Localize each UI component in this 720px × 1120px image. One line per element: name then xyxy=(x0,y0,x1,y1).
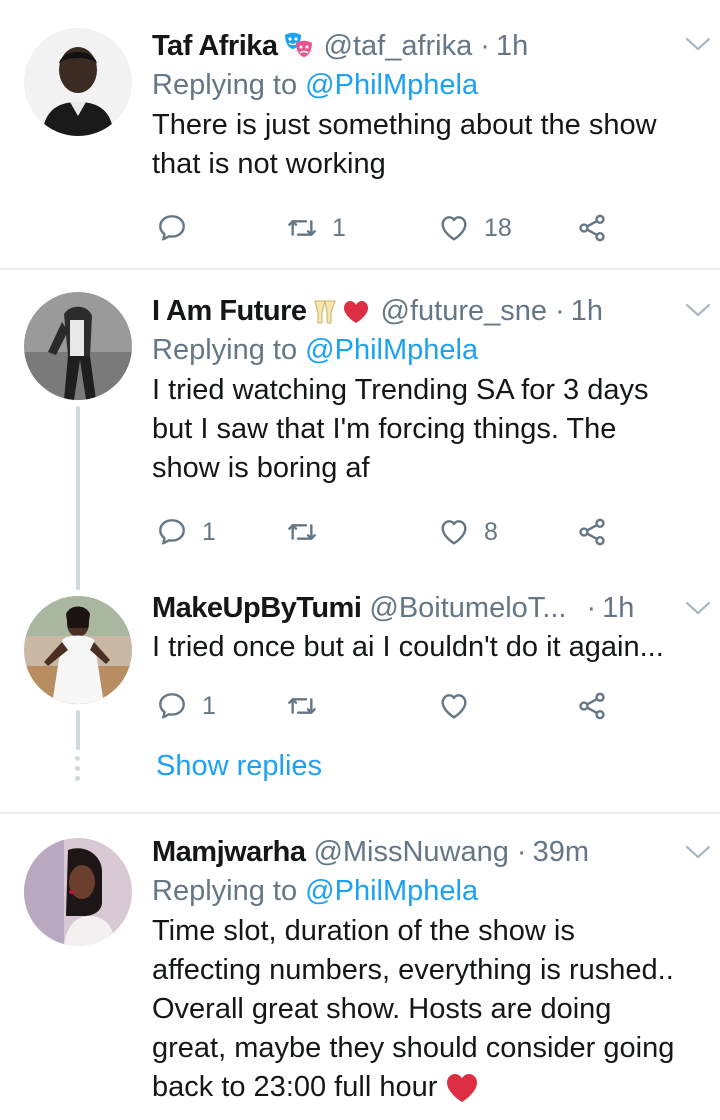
tweet-text-line: Overall great show. Hosts are doing xyxy=(152,993,612,1025)
show-replies-link[interactable]: Show replies xyxy=(156,750,322,783)
retweet-icon xyxy=(286,690,318,722)
retweet-button[interactable] xyxy=(286,686,332,726)
retweet-icon xyxy=(286,212,318,244)
chevron-down-icon[interactable] xyxy=(684,598,712,618)
reply-button[interactable]: 1 xyxy=(156,686,216,726)
replying-label: Replying to xyxy=(152,69,298,101)
retweet-count: 1 xyxy=(332,213,346,242)
like-count: 8 xyxy=(484,517,498,546)
reply-button[interactable]: 1 xyxy=(156,512,216,552)
clinking-glasses-and-red-heart-emoji xyxy=(311,295,373,327)
separator: · xyxy=(586,591,597,624)
handle[interactable]: @taf_afrika xyxy=(324,30,473,63)
separator: · xyxy=(480,29,490,62)
tweet-text: Time slot, duration of the show is affec… xyxy=(152,912,700,1107)
display-name[interactable]: I Am Future xyxy=(152,295,307,328)
replying-to: Replying to @PhilMphela xyxy=(152,872,700,912)
tweet-text-line: back to 23:00 full hour xyxy=(152,1071,438,1103)
retweet-icon xyxy=(286,516,318,548)
display-name[interactable]: Mamjwarha xyxy=(152,836,306,869)
tweet-text-line: I tried once but ai I couldn't do it aga… xyxy=(152,631,664,663)
tweet-header: Mamjwarha @MissNuwang · 39m xyxy=(152,832,700,872)
thread-dots xyxy=(75,756,81,786)
reply-icon xyxy=(156,690,188,722)
share-button[interactable] xyxy=(576,512,608,552)
mention-link[interactable]: @PhilMphela xyxy=(305,69,478,101)
display-name[interactable]: Taf Afrika xyxy=(152,30,278,63)
avatar[interactable] xyxy=(24,292,132,400)
separator: · xyxy=(516,835,527,868)
like-button[interactable] xyxy=(438,686,484,726)
tweet-text-line: Time slot, duration of the show is xyxy=(152,915,575,947)
tweet-text: There is just something about the show t… xyxy=(152,106,700,184)
handle[interactable]: @MissNuwang xyxy=(313,836,508,869)
handle[interactable]: @BoitumeloT... xyxy=(369,592,566,625)
thread-line xyxy=(76,710,80,750)
chevron-down-icon[interactable] xyxy=(684,842,712,862)
share-icon xyxy=(576,690,608,722)
thread-line xyxy=(76,406,80,590)
retweet-button[interactable] xyxy=(286,512,332,552)
reply-button[interactable] xyxy=(156,208,202,248)
replying-label: Replying to xyxy=(152,334,298,366)
share-button[interactable] xyxy=(576,686,608,726)
tweet-header: MakeUpByTumi @BoitumeloT... · 1h xyxy=(152,588,700,628)
timestamp[interactable]: 1h xyxy=(496,30,528,63)
tweet-actions: 1 xyxy=(152,686,672,726)
tweet-text-line: great, maybe they should consider going xyxy=(152,1032,675,1064)
replying-to: Replying to @PhilMphela xyxy=(152,66,700,106)
like-button[interactable]: 8 xyxy=(438,512,498,552)
like-count: 18 xyxy=(484,213,512,242)
timestamp[interactable]: 39m xyxy=(533,836,589,869)
share-icon xyxy=(576,516,608,548)
tweet-text-line: affecting numbers, everything is rushed.… xyxy=(152,954,674,986)
tweet-text-line: that is not working xyxy=(152,148,386,180)
avatar[interactable] xyxy=(24,838,132,946)
retweet-button[interactable]: 1 xyxy=(286,208,346,248)
share-button[interactable] xyxy=(576,208,608,248)
reply-count: 1 xyxy=(202,691,216,720)
reply-count: 1 xyxy=(202,517,216,546)
tweet[interactable]: Taf Afrika @taf_afrika · 1h Replying to … xyxy=(0,0,720,268)
chevron-down-icon[interactable] xyxy=(684,34,712,54)
tweet-actions: 1 18 xyxy=(152,208,672,248)
tweet-text-line: I tried watching Trending SA for 3 days xyxy=(152,374,649,406)
tweet[interactable]: MakeUpByTumi @BoitumeloT... · 1h I tried… xyxy=(0,580,720,812)
tweet-actions: 1 8 xyxy=(152,512,672,552)
replying-label: Replying to xyxy=(152,875,298,907)
heart-outline-icon xyxy=(438,690,470,722)
red-heart-emoji xyxy=(447,1073,478,1102)
tweet-text-line: show is boring af xyxy=(152,452,370,484)
heart-outline-icon xyxy=(438,212,470,244)
tweet[interactable]: I Am Future @future_sne · 1h Replying to… xyxy=(0,270,720,590)
tweet-text: I tried watching Trending SA for 3 days … xyxy=(152,371,700,488)
share-icon xyxy=(576,212,608,244)
avatar[interactable] xyxy=(24,28,132,136)
handle[interactable]: @future_sne xyxy=(381,295,547,328)
display-name[interactable]: MakeUpByTumi xyxy=(152,592,362,625)
tweet-header: I Am Future @future_sne · 1h xyxy=(152,291,700,331)
mention-link[interactable]: @PhilMphela xyxy=(305,875,478,907)
heart-outline-icon xyxy=(438,516,470,548)
tweet-text: I tried once but ai I couldn't do it aga… xyxy=(152,628,700,667)
tweet-text-line: There is just something about the show xyxy=(152,109,657,141)
separator: · xyxy=(555,294,565,327)
mention-link[interactable]: @PhilMphela xyxy=(305,334,478,366)
timestamp[interactable]: 1h xyxy=(571,295,603,328)
theater-masks-emoji xyxy=(282,31,316,61)
tweet-text-line-last: back to 23:00 full hour xyxy=(152,1068,700,1107)
chevron-down-icon[interactable] xyxy=(684,300,712,320)
tweet[interactable]: Mamjwarha @MissNuwang · 39m Replying to … xyxy=(0,814,720,1120)
avatar[interactable] xyxy=(24,596,132,704)
timestamp[interactable]: 1h xyxy=(602,592,634,625)
tweet-text-line: but I saw that I'm forcing things. The xyxy=(152,413,617,445)
reply-icon xyxy=(156,516,188,548)
reply-icon xyxy=(156,212,188,244)
replying-to: Replying to @PhilMphela xyxy=(152,331,700,371)
like-button[interactable]: 18 xyxy=(438,208,512,248)
tweet-header: Taf Afrika @taf_afrika · 1h xyxy=(152,26,700,66)
